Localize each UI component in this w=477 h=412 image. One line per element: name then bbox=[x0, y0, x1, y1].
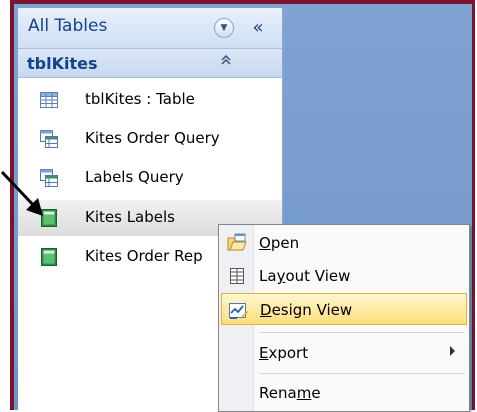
group-header-tblkites[interactable]: tblKites bbox=[18, 49, 282, 78]
shutter-bar-close-button[interactable]: « bbox=[244, 14, 272, 40]
nav-pane-header[interactable]: All Tables ▼ « bbox=[18, 8, 282, 49]
chevron-down-icon: ▼ bbox=[220, 22, 228, 33]
nav-item-label: tblKites : Table bbox=[85, 90, 195, 108]
nav-item-label: Labels Query bbox=[85, 168, 184, 186]
report-icon bbox=[40, 248, 58, 266]
pointer-arrow-icon bbox=[0, 170, 43, 216]
submenu-arrow-icon bbox=[450, 346, 455, 356]
table-icon bbox=[40, 91, 58, 109]
nav-item-kites-order-query[interactable]: Kites Order Query bbox=[18, 121, 282, 157]
menu-item-design-view[interactable]: Design View bbox=[221, 293, 467, 325]
chevron-up-double-icon[interactable] bbox=[220, 54, 232, 70]
menu-item-export[interactable]: Export bbox=[221, 337, 467, 369]
nav-pane-title[interactable]: All Tables bbox=[28, 16, 107, 36]
layout-view-icon bbox=[227, 266, 247, 286]
menu-item-open[interactable]: Open bbox=[221, 227, 467, 259]
menu-item-label: Rename bbox=[259, 384, 321, 402]
nav-item-label: Kites Order Query bbox=[85, 129, 220, 147]
menu-item-rename[interactable]: Rename bbox=[221, 377, 467, 409]
open-icon bbox=[227, 233, 247, 253]
menu-item-label: Open bbox=[259, 234, 300, 252]
design-view-icon bbox=[228, 300, 248, 320]
group-title: tblKites bbox=[27, 54, 98, 73]
menu-item-layout-view[interactable]: Layout View bbox=[221, 260, 467, 292]
menu-item-label: Design View bbox=[260, 301, 353, 319]
collapse-icon: « bbox=[252, 16, 264, 38]
nav-item-tblkites-table[interactable]: tblKites : Table bbox=[18, 82, 282, 118]
context-menu: Open Layout View Design View Export Rena… bbox=[218, 224, 470, 412]
nav-menu-dropdown-button[interactable]: ▼ bbox=[214, 18, 234, 38]
menu-separator bbox=[259, 332, 465, 333]
query-icon bbox=[40, 130, 58, 148]
nav-item-labels-query[interactable]: Labels Query bbox=[18, 160, 282, 196]
menu-item-label: Export bbox=[259, 344, 309, 362]
menu-separator bbox=[259, 373, 465, 374]
nav-item-label: Kites Order Rep bbox=[85, 247, 203, 265]
nav-item-label: Kites Labels bbox=[85, 208, 175, 226]
menu-item-label: Layout View bbox=[259, 267, 351, 285]
